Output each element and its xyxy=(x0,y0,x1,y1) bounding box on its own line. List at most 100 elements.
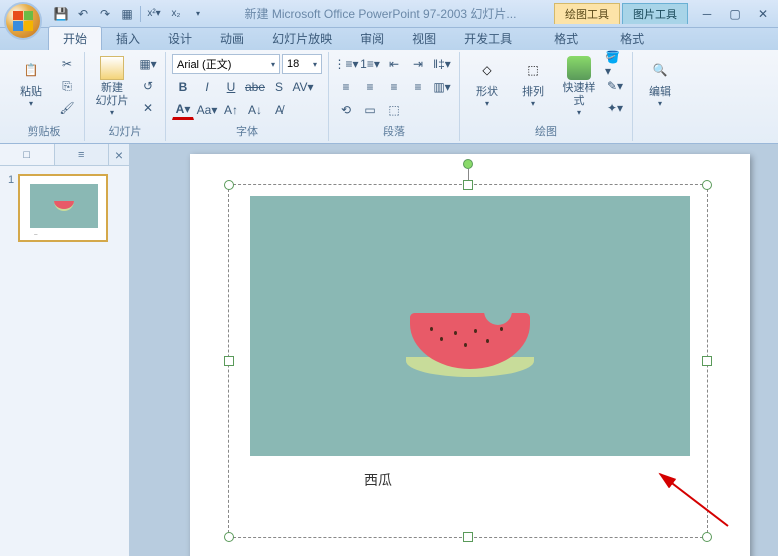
slides-tab[interactable]: □ xyxy=(0,144,55,165)
cut-button[interactable]: ✂ xyxy=(56,54,78,74)
bold-button[interactable]: B xyxy=(172,77,194,97)
tab-review[interactable]: 审阅 xyxy=(346,27,398,50)
shadow-button[interactable]: S xyxy=(268,77,290,97)
indent-decrease-button[interactable]: ⇤ xyxy=(383,54,405,74)
find-button[interactable]: 🔍编辑▾ xyxy=(639,54,681,110)
strikethrough-button[interactable]: abe xyxy=(244,77,266,97)
tab-developer[interactable]: 开发工具 xyxy=(450,27,526,50)
minimize-button[interactable]: ─ xyxy=(696,5,718,23)
office-button[interactable] xyxy=(4,2,42,40)
maximize-button[interactable]: ▢ xyxy=(724,5,746,23)
line-spacing-button[interactable]: ‖‡▾ xyxy=(431,54,453,74)
clear-formatting-button[interactable]: A̸ xyxy=(268,100,290,120)
shape-effects-button[interactable]: ✦▾ xyxy=(604,98,626,118)
resize-handle-ne[interactable] xyxy=(702,180,712,190)
thumbnail-caption: – xyxy=(34,232,37,238)
tab-animations[interactable]: 动画 xyxy=(206,27,258,50)
indent-increase-button[interactable]: ⇥ xyxy=(407,54,429,74)
slide-image[interactable] xyxy=(250,196,690,456)
delete-slide-button[interactable]: ✕ xyxy=(137,98,159,118)
columns-button[interactable]: ▥▾ xyxy=(431,77,453,97)
align-center-button[interactable]: ≡ xyxy=(359,77,381,97)
shapes-button[interactable]: ◇形状▾ xyxy=(466,54,508,110)
font-color-button[interactable]: A▾ xyxy=(172,100,194,120)
layout-button[interactable]: ▦▾ xyxy=(137,54,159,74)
thumbnail-pane-tabs: □ ≡ × xyxy=(0,144,129,166)
chevron-down-icon: ▾ xyxy=(110,108,114,117)
justify-button[interactable]: ≡ xyxy=(407,77,429,97)
chevron-down-icon: ▾ xyxy=(485,99,489,108)
tab-design[interactable]: 设计 xyxy=(154,27,206,50)
window-title: 新建 Microsoft Office PowerPoint 97-2003 幻… xyxy=(207,5,554,22)
bullets-button[interactable]: ⋮≡▾ xyxy=(335,54,357,74)
tab-home[interactable]: 开始 xyxy=(48,26,102,50)
underline-button[interactable]: U xyxy=(220,77,242,97)
save-icon[interactable]: 💾 xyxy=(52,5,70,23)
shrink-font-button[interactable]: A↓ xyxy=(244,100,266,120)
resize-handle-sw[interactable] xyxy=(224,532,234,542)
slide-thumbnail[interactable]: 1 – xyxy=(8,174,121,242)
numbering-button[interactable]: 1≡▾ xyxy=(359,54,381,74)
resize-handle-s[interactable] xyxy=(463,532,473,542)
align-text-button[interactable]: ▭ xyxy=(359,100,381,120)
picture-tools-tab-header: 图片工具 xyxy=(622,3,688,24)
slide-preview: – xyxy=(18,174,108,242)
tab-format-drawing[interactable]: 格式 xyxy=(540,27,592,50)
ribbon-tabs: 开始 插入 设计 动画 幻灯片放映 审阅 视图 开发工具 格式 格式 xyxy=(0,28,778,50)
shapes-icon: ◇ xyxy=(473,56,501,84)
group-label-font: 字体 xyxy=(172,121,322,139)
align-left-button[interactable]: ≡ xyxy=(335,77,357,97)
outline-tab[interactable]: ≡ xyxy=(55,144,110,165)
close-button[interactable]: ✕ xyxy=(752,5,774,23)
change-case-button[interactable]: Aa▾ xyxy=(196,100,218,120)
superscript-icon[interactable]: x²▾ xyxy=(145,5,163,23)
tab-view[interactable]: 视图 xyxy=(398,27,450,50)
resize-handle-nw[interactable] xyxy=(224,180,234,190)
quick-styles-button[interactable]: 快速样式▾ xyxy=(558,54,600,119)
text-direction-button[interactable]: ⟲ xyxy=(335,100,357,120)
format-painter-button[interactable]: 🖌 xyxy=(56,98,78,118)
subscript-icon[interactable]: x₂ xyxy=(167,5,185,23)
align-right-button[interactable]: ≡ xyxy=(383,77,405,97)
convert-smartart-button[interactable]: ⬚ xyxy=(383,100,405,120)
char-spacing-button[interactable]: AV▾ xyxy=(292,77,314,97)
group-drawing: ◇形状▾ ⬚排列▾ 快速样式▾ 🪣▾ ✎▾ ✦▾ 绘图 xyxy=(460,52,633,141)
reset-button[interactable]: ↺ xyxy=(137,76,159,96)
qat-customize-icon[interactable]: ▾ xyxy=(189,5,207,23)
watermelon-illustration xyxy=(410,313,530,369)
new-slide-icon xyxy=(100,56,124,80)
resize-handle-n[interactable] xyxy=(463,180,473,190)
contextual-tabs: 绘图工具 图片工具 xyxy=(554,3,688,24)
shape-fill-button[interactable]: 🪣▾ xyxy=(604,54,626,74)
resize-handle-e[interactable] xyxy=(702,356,712,366)
arrange-button[interactable]: ⬚排列▾ xyxy=(512,54,554,110)
italic-button[interactable]: I xyxy=(196,77,218,97)
new-slide-button[interactable]: 新建 幻灯片 ▾ xyxy=(91,54,133,119)
group-paragraph: ⋮≡▾ 1≡▾ ⇤ ⇥ ‖‡▾ ≡ ≡ ≡ ≡ ▥▾ ⟲ ▭ ⬚ 段落 xyxy=(329,52,460,141)
group-editing: 🔍编辑▾ xyxy=(633,52,687,141)
tab-slideshow[interactable]: 幻灯片放映 xyxy=(258,27,346,50)
chevron-down-icon: ▾ xyxy=(313,60,317,69)
drawing-tools-tab-header: 绘图工具 xyxy=(554,3,620,24)
tab-format-picture[interactable]: 格式 xyxy=(606,27,658,50)
slide-number: 1 xyxy=(8,174,14,242)
paste-button[interactable]: 📋 粘贴 ▾ xyxy=(10,54,52,110)
slide-editor[interactable]: 西瓜 xyxy=(130,144,778,556)
tab-insert[interactable]: 插入 xyxy=(102,27,154,50)
slide-caption-text[interactable]: 西瓜 xyxy=(364,470,392,490)
office-logo-icon xyxy=(13,11,33,31)
undo-icon[interactable]: ↶ xyxy=(74,5,92,23)
font-size-combo[interactable]: 18▾ xyxy=(282,54,322,74)
redo-icon[interactable]: ↷ xyxy=(96,5,114,23)
shape-outline-button[interactable]: ✎▾ xyxy=(604,76,626,96)
copy-button[interactable]: ⎘ xyxy=(56,76,78,96)
chevron-down-icon: ▾ xyxy=(577,108,581,117)
group-font: Arial (正文)▾ 18▾ B I U abe S AV▾ A▾ Aa▾ A… xyxy=(166,52,329,141)
resize-handle-w[interactable] xyxy=(224,356,234,366)
rotation-handle[interactable] xyxy=(463,159,473,169)
grow-font-button[interactable]: A↑ xyxy=(220,100,242,120)
thumbnail-pane: □ ≡ × 1 – xyxy=(0,144,130,556)
print-icon[interactable]: ▦ xyxy=(118,5,136,23)
close-pane-button[interactable]: × xyxy=(109,144,129,165)
font-family-combo[interactable]: Arial (正文)▾ xyxy=(172,54,280,74)
